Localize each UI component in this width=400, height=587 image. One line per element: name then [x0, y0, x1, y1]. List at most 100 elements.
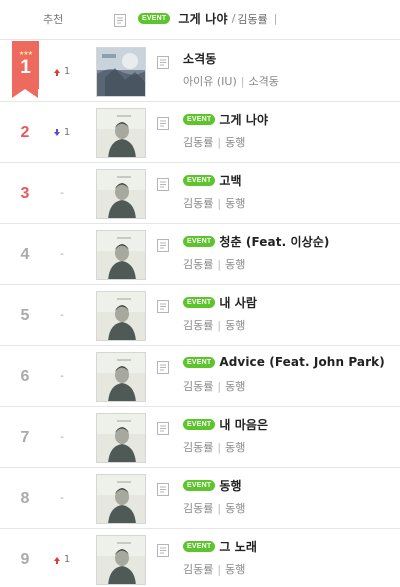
album-link[interactable]: 동행: [225, 502, 245, 515]
rank-change: -: [48, 224, 76, 285]
album-link[interactable]: 동행: [225, 258, 245, 271]
lyrics-note-icon[interactable]: [157, 54, 169, 73]
lyrics-note-icon[interactable]: [157, 542, 169, 561]
meta-divider: |: [217, 441, 222, 454]
chart-row[interactable]: 4 - EVENT 청춘 (Feat. 이상순) 김동률 | 동행: [0, 224, 400, 285]
song-title[interactable]: 고백: [219, 172, 241, 189]
album-art[interactable]: [96, 352, 146, 402]
artist-link[interactable]: 아이유 (IU): [183, 75, 237, 88]
meta-divider: |: [217, 197, 222, 210]
rank-number: 9: [20, 550, 30, 568]
album-link[interactable]: 동행: [225, 380, 245, 393]
album-art[interactable]: [96, 47, 146, 97]
now-playing-divider: |: [273, 12, 278, 25]
song-title[interactable]: 내 마음은: [219, 416, 268, 433]
chart-row[interactable]: 7 - EVENT 내 마음은김동률 | 동행: [0, 407, 400, 468]
rank-change-value: -: [60, 432, 64, 443]
album-link[interactable]: 동행: [225, 319, 245, 332]
album-link[interactable]: 소격동: [248, 75, 278, 88]
song-meta: 김동률 | 동행: [183, 500, 245, 516]
song-title[interactable]: Advice (Feat. John Park): [219, 355, 384, 369]
meta-divider: |: [217, 319, 222, 332]
artist-link[interactable]: 김동률: [183, 563, 213, 576]
song-title-line: EVENT 내 사람: [183, 294, 257, 311]
top-rank-stars-icon: ★★★: [18, 50, 33, 57]
song-title-line: EVENT Advice (Feat. John Park): [183, 355, 385, 369]
meta-divider: |: [240, 75, 245, 88]
lyrics-note-icon[interactable]: [157, 298, 169, 317]
meta-divider: |: [217, 136, 222, 149]
song-meta: 김동률 | 동행: [183, 256, 245, 272]
event-badge: EVENT: [183, 480, 216, 491]
album-art[interactable]: [96, 474, 146, 524]
song-title-line: EVENT 청춘 (Feat. 이상순): [183, 233, 330, 250]
song-title[interactable]: 그게 나야: [219, 111, 268, 128]
now-playing-summary[interactable]: EVENT 그게 나야 / 김동률 |: [138, 10, 278, 27]
rank-change-value: 1: [63, 127, 71, 138]
album-art[interactable]: [96, 291, 146, 341]
chart-row[interactable]: 9 1 EVENT 그 노래김동률 | 동행: [0, 529, 400, 587]
artist-link[interactable]: 김동률: [183, 136, 213, 149]
lyrics-note-icon[interactable]: [157, 420, 169, 439]
song-meta: 김동률 | 동행: [183, 378, 245, 394]
rank-change: -: [48, 468, 76, 529]
song-title[interactable]: 소격동: [183, 50, 216, 67]
album-link[interactable]: 동행: [225, 563, 245, 576]
event-badge: EVENT: [138, 13, 171, 24]
rank-up-arrow-icon: [53, 68, 60, 76]
lyrics-note-icon[interactable]: [157, 481, 169, 500]
lyrics-note-icon[interactable]: [157, 115, 169, 134]
song-meta: 김동률 | 동행: [183, 439, 245, 455]
now-playing-artist[interactable]: 김동률: [237, 11, 267, 27]
rank-up-arrow-icon: [53, 556, 60, 564]
chart-row[interactable]: 5 - EVENT 내 사람 김동률 | 동행: [0, 285, 400, 346]
event-badge: EVENT: [183, 356, 216, 368]
song-title[interactable]: 동행: [219, 477, 241, 494]
song-meta: 김동률 | 동행: [183, 134, 245, 150]
rank-change: 1: [48, 102, 76, 163]
song-title[interactable]: 청춘 (Feat. 이상순): [219, 233, 329, 250]
album-art[interactable]: [96, 535, 146, 585]
rank-change-value: -: [60, 493, 64, 504]
lyrics-note-icon[interactable]: [157, 237, 169, 256]
rank-change-value: 1: [63, 554, 71, 565]
chart-row[interactable]: 2 1 EVENT 그게 나야 김동률 | 동행: [0, 102, 400, 163]
lyrics-note-icon[interactable]: [157, 176, 169, 195]
meta-divider: |: [217, 258, 222, 271]
album-link[interactable]: 동행: [225, 136, 245, 149]
artist-link[interactable]: 김동률: [183, 197, 213, 210]
chart-row[interactable]: 3 - EVENT 고백 김동률 | 동행: [0, 163, 400, 224]
recommend-column-label: 추천: [43, 13, 64, 26]
album-link[interactable]: 동행: [225, 441, 245, 454]
artist-link[interactable]: 김동률: [183, 441, 213, 454]
rank-change-value: -: [60, 249, 64, 260]
artist-link[interactable]: 김동률: [183, 319, 213, 332]
song-title[interactable]: 그 노래: [219, 538, 257, 555]
rank-down-arrow-icon: [53, 128, 60, 136]
lyrics-note-icon[interactable]: [157, 359, 169, 378]
song-title-line: EVENT 고백: [183, 172, 242, 189]
song-meta: 김동률 | 동행: [183, 195, 245, 211]
artist-link[interactable]: 김동률: [183, 502, 213, 515]
album-art[interactable]: [96, 413, 146, 463]
now-playing-song[interactable]: 그게 나야: [178, 10, 227, 27]
top-rank-badge: ★★★ 1: [12, 41, 39, 98]
album-art[interactable]: [96, 230, 146, 280]
artist-link[interactable]: 김동률: [183, 258, 213, 271]
song-title-line: 소격동: [183, 50, 216, 67]
chart-row[interactable]: 6 - EVENT Advice (Feat. John Park) 김동률 | 동행: [0, 346, 400, 407]
chart-row[interactable]: 8- EVENT 동행 김동률 | 동행: [0, 468, 400, 529]
rank-number: 7: [20, 428, 30, 446]
chart-row[interactable]: ★★★ 1 1 소격동 아이유 (IU) | 소격동: [0, 41, 400, 102]
event-badge: EVENT: [183, 541, 216, 552]
lyrics-note-icon[interactable]: [114, 12, 126, 31]
album-art[interactable]: [96, 169, 146, 219]
artist-link[interactable]: 김동률: [183, 380, 213, 393]
album-link[interactable]: 동행: [225, 197, 245, 210]
album-art[interactable]: [96, 108, 146, 158]
meta-divider: |: [217, 563, 222, 576]
rank-number: 8: [20, 489, 30, 507]
rank-change-value: 1: [63, 66, 71, 77]
song-title[interactable]: 내 사람: [219, 294, 257, 311]
event-badge: EVENT: [183, 419, 216, 430]
